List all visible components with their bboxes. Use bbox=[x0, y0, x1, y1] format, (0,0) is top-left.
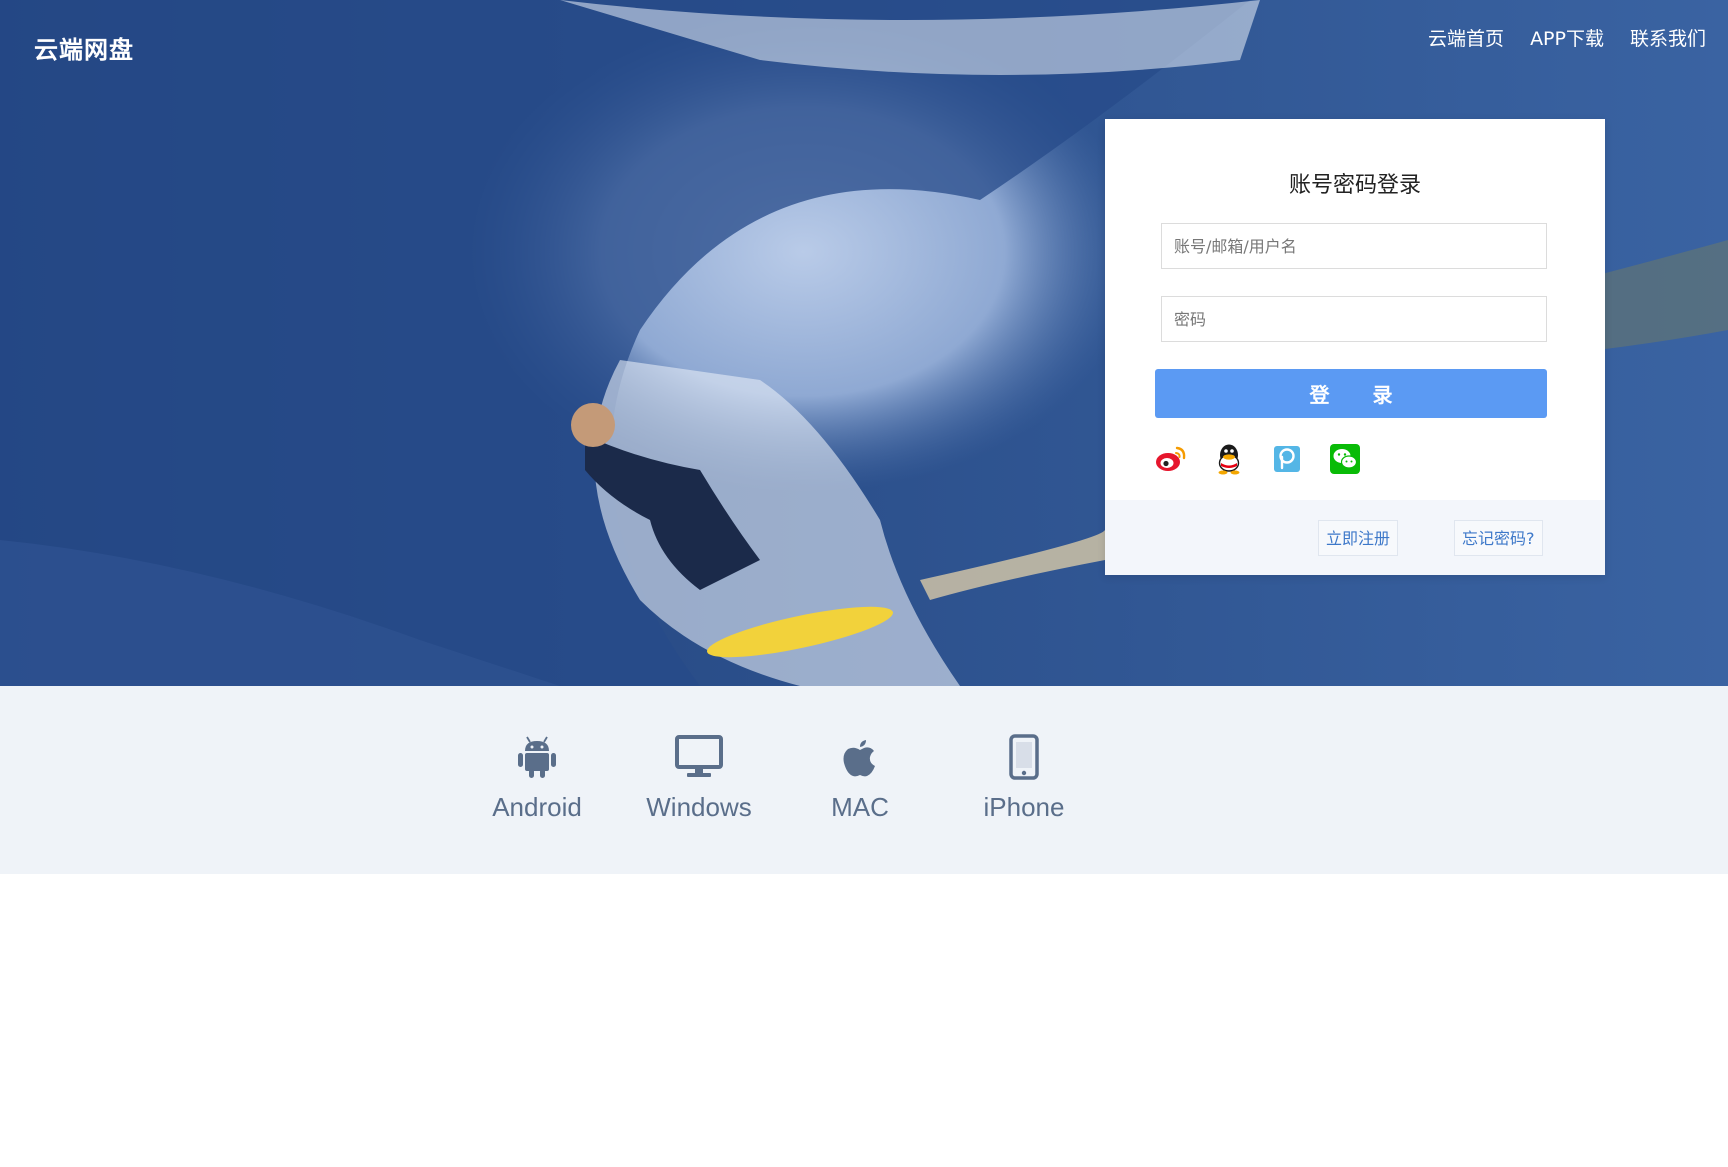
app-downloads-bar: Android Windows MAC iPhone bbox=[0, 686, 1728, 874]
android-icon bbox=[462, 732, 612, 782]
download-label: MAC bbox=[831, 792, 889, 822]
login-title: 账号密码登录 bbox=[1288, 173, 1421, 198]
login-button[interactable]: 登 录 bbox=[1155, 369, 1547, 418]
download-windows[interactable]: Windows bbox=[624, 732, 774, 823]
download-android[interactable]: Android bbox=[462, 732, 612, 823]
register-link[interactable]: 立即注册 bbox=[1318, 520, 1399, 556]
download-iphone[interactable]: iPhone bbox=[949, 732, 1099, 823]
login-card: 账号密码登录 登 录 bbox=[1105, 119, 1605, 575]
p-icon[interactable] bbox=[1271, 443, 1303, 475]
wechat-icon[interactable] bbox=[1329, 443, 1361, 475]
download-label: Windows bbox=[646, 792, 752, 822]
phone-icon bbox=[949, 732, 1099, 782]
site-logo[interactable]: 云端网盘 bbox=[34, 30, 134, 65]
social-login-row bbox=[1155, 443, 1361, 475]
username-input[interactable] bbox=[1161, 223, 1547, 269]
qq-icon[interactable] bbox=[1213, 443, 1245, 475]
password-input[interactable] bbox=[1161, 296, 1547, 342]
login-card-footer: 立即注册 忘记密码? bbox=[1105, 500, 1605, 575]
download-label: iPhone bbox=[983, 792, 1065, 822]
forgot-password-link[interactable]: 忘记密码? bbox=[1454, 520, 1543, 556]
nav-contact[interactable]: 联系我们 bbox=[1630, 24, 1706, 51]
nav-app-download[interactable]: APP下载 bbox=[1530, 24, 1604, 51]
weibo-icon[interactable] bbox=[1155, 443, 1187, 475]
top-navigation: 云端首页 APP下载 联系我们 bbox=[1428, 24, 1706, 51]
monitor-icon bbox=[624, 732, 774, 782]
download-label: Android bbox=[492, 792, 582, 822]
download-mac[interactable]: MAC bbox=[785, 732, 935, 823]
hero-background: 云端网盘 云端首页 APP下载 联系我们 账号密码登录 登 录 bbox=[0, 0, 1728, 686]
nav-home[interactable]: 云端首页 bbox=[1428, 24, 1504, 51]
apple-icon bbox=[785, 732, 935, 782]
